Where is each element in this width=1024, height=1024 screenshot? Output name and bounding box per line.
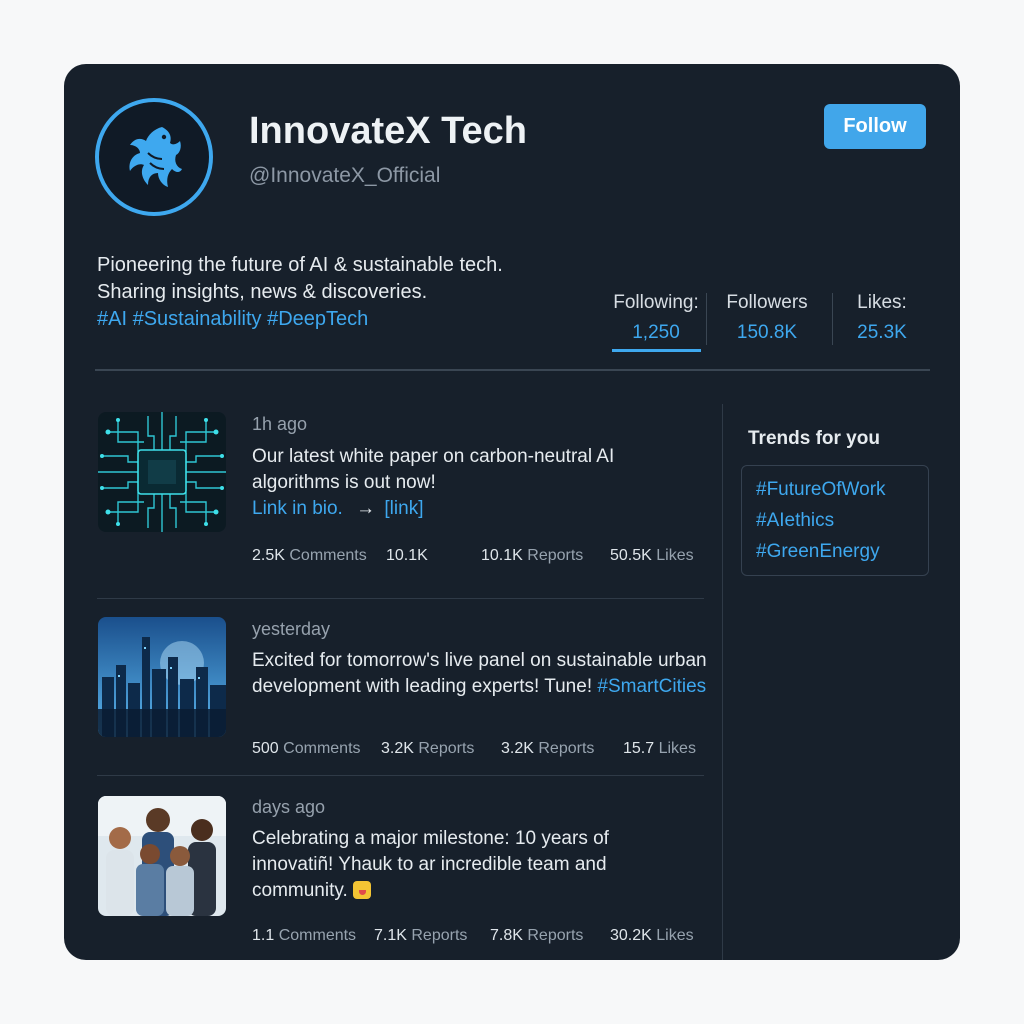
stat-value: 25.3K xyxy=(857,322,907,343)
trend-item[interactable]: #AIethics xyxy=(756,510,834,532)
stat-label: Likes: xyxy=(857,292,907,313)
active-tab-indicator xyxy=(612,349,701,352)
stat-divider xyxy=(706,293,707,345)
likes-stat[interactable]: 30.2K Likes xyxy=(610,927,694,945)
post-text: Celebrating a major milestone: 10 years … xyxy=(252,826,722,904)
profile-handle: @InnovateX_Official xyxy=(249,164,441,187)
post-timestamp: yesterday xyxy=(252,619,331,639)
comments-stat[interactable]: 1.1 Comments xyxy=(252,927,356,945)
post-line: innovatiñ! Yhauk to ar incredible team a… xyxy=(252,854,607,875)
post-line: community. xyxy=(252,880,348,901)
comments-stat[interactable]: 2.5K Comments xyxy=(252,547,367,565)
post-line: algorithms is out now! xyxy=(252,472,436,493)
stat-label: Following: xyxy=(613,292,699,313)
avatar[interactable] xyxy=(95,98,213,216)
profile-bio: Pioneering the future of AI & sustainabl… xyxy=(97,252,503,333)
post-line: Celebrating a major milestone: 10 years … xyxy=(252,828,609,849)
likes-stat[interactable]: 50.5K Likes xyxy=(610,547,694,565)
reports-stat[interactable]: 3.2K Reports xyxy=(501,740,594,758)
stat-divider xyxy=(832,293,833,345)
header-divider xyxy=(95,369,930,371)
post-divider xyxy=(97,775,704,776)
smile-emoji-icon xyxy=(353,881,372,899)
reports-stat[interactable]: 7.8K Reports xyxy=(490,927,583,945)
reports-stat[interactable]: 3.2K Reports xyxy=(381,740,474,758)
stat-label: Followers xyxy=(726,292,808,313)
trends-panel: #FutureOfWork #AIethics #GreenEnergy xyxy=(741,465,929,576)
trends-title: Trends for you xyxy=(748,428,880,449)
post-line: Excited for tomorrow's live panel on sus… xyxy=(252,650,707,671)
trend-item[interactable]: #GreenEnergy xyxy=(756,541,880,563)
stat-following[interactable]: Following: 1,250 xyxy=(586,292,726,344)
stat-likes[interactable]: Likes: 25.3K xyxy=(840,292,924,344)
profile-name: InnovateX Tech xyxy=(249,110,528,152)
post-timestamp: days ago xyxy=(252,797,326,817)
post-image-city[interactable] xyxy=(98,617,226,737)
post-timestamp: 1h ago xyxy=(252,414,308,434)
post-divider xyxy=(97,598,704,599)
likes-stat[interactable]: 15.7 Likes xyxy=(623,740,696,758)
bio-line: Pioneering the future of AI & sustainabl… xyxy=(97,254,503,276)
post-image-team[interactable] xyxy=(98,796,226,916)
phoenix-icon xyxy=(129,127,182,187)
stat-followers[interactable]: Followers 150.8K xyxy=(712,292,822,344)
post-image-circuit[interactable] xyxy=(98,412,226,532)
post-line: Our latest white paper on carbon-neutral… xyxy=(252,446,615,467)
stat-value: 150.8K xyxy=(736,322,798,343)
reports-stat[interactable]: 7.1K Reports xyxy=(374,927,467,945)
comments-stat[interactable]: 500 Comments xyxy=(252,740,361,758)
post-hashtag[interactable]: #SmartCities xyxy=(597,676,706,697)
trend-item[interactable]: #FutureOfWork xyxy=(756,479,886,501)
reports-stat[interactable]: 10.1K Reports xyxy=(481,547,583,565)
follow-button[interactable]: Follow xyxy=(824,104,926,149)
post-text: Excited for tomorrow's live panel on sus… xyxy=(252,648,722,700)
arrow-right-icon: → xyxy=(356,498,376,519)
post-link[interactable]: [link] xyxy=(384,498,423,519)
bio-hashtags[interactable]: #AI #Sustainability #DeepTech xyxy=(97,306,503,333)
profile-card: InnovateX Tech @InnovateX_Official Follo… xyxy=(64,64,960,960)
post-line: development with leading experts! Tune! xyxy=(252,676,593,697)
bio-line: Sharing insights, news & discoveries. xyxy=(97,281,428,303)
column-divider xyxy=(722,404,723,960)
post-text: Our latest white paper on carbon-neutral… xyxy=(252,444,722,522)
repost-stat[interactable]: 10.1K xyxy=(386,547,428,565)
post-link[interactable]: Link in bio. xyxy=(252,498,343,519)
stat-value: 1,250 xyxy=(632,322,680,343)
